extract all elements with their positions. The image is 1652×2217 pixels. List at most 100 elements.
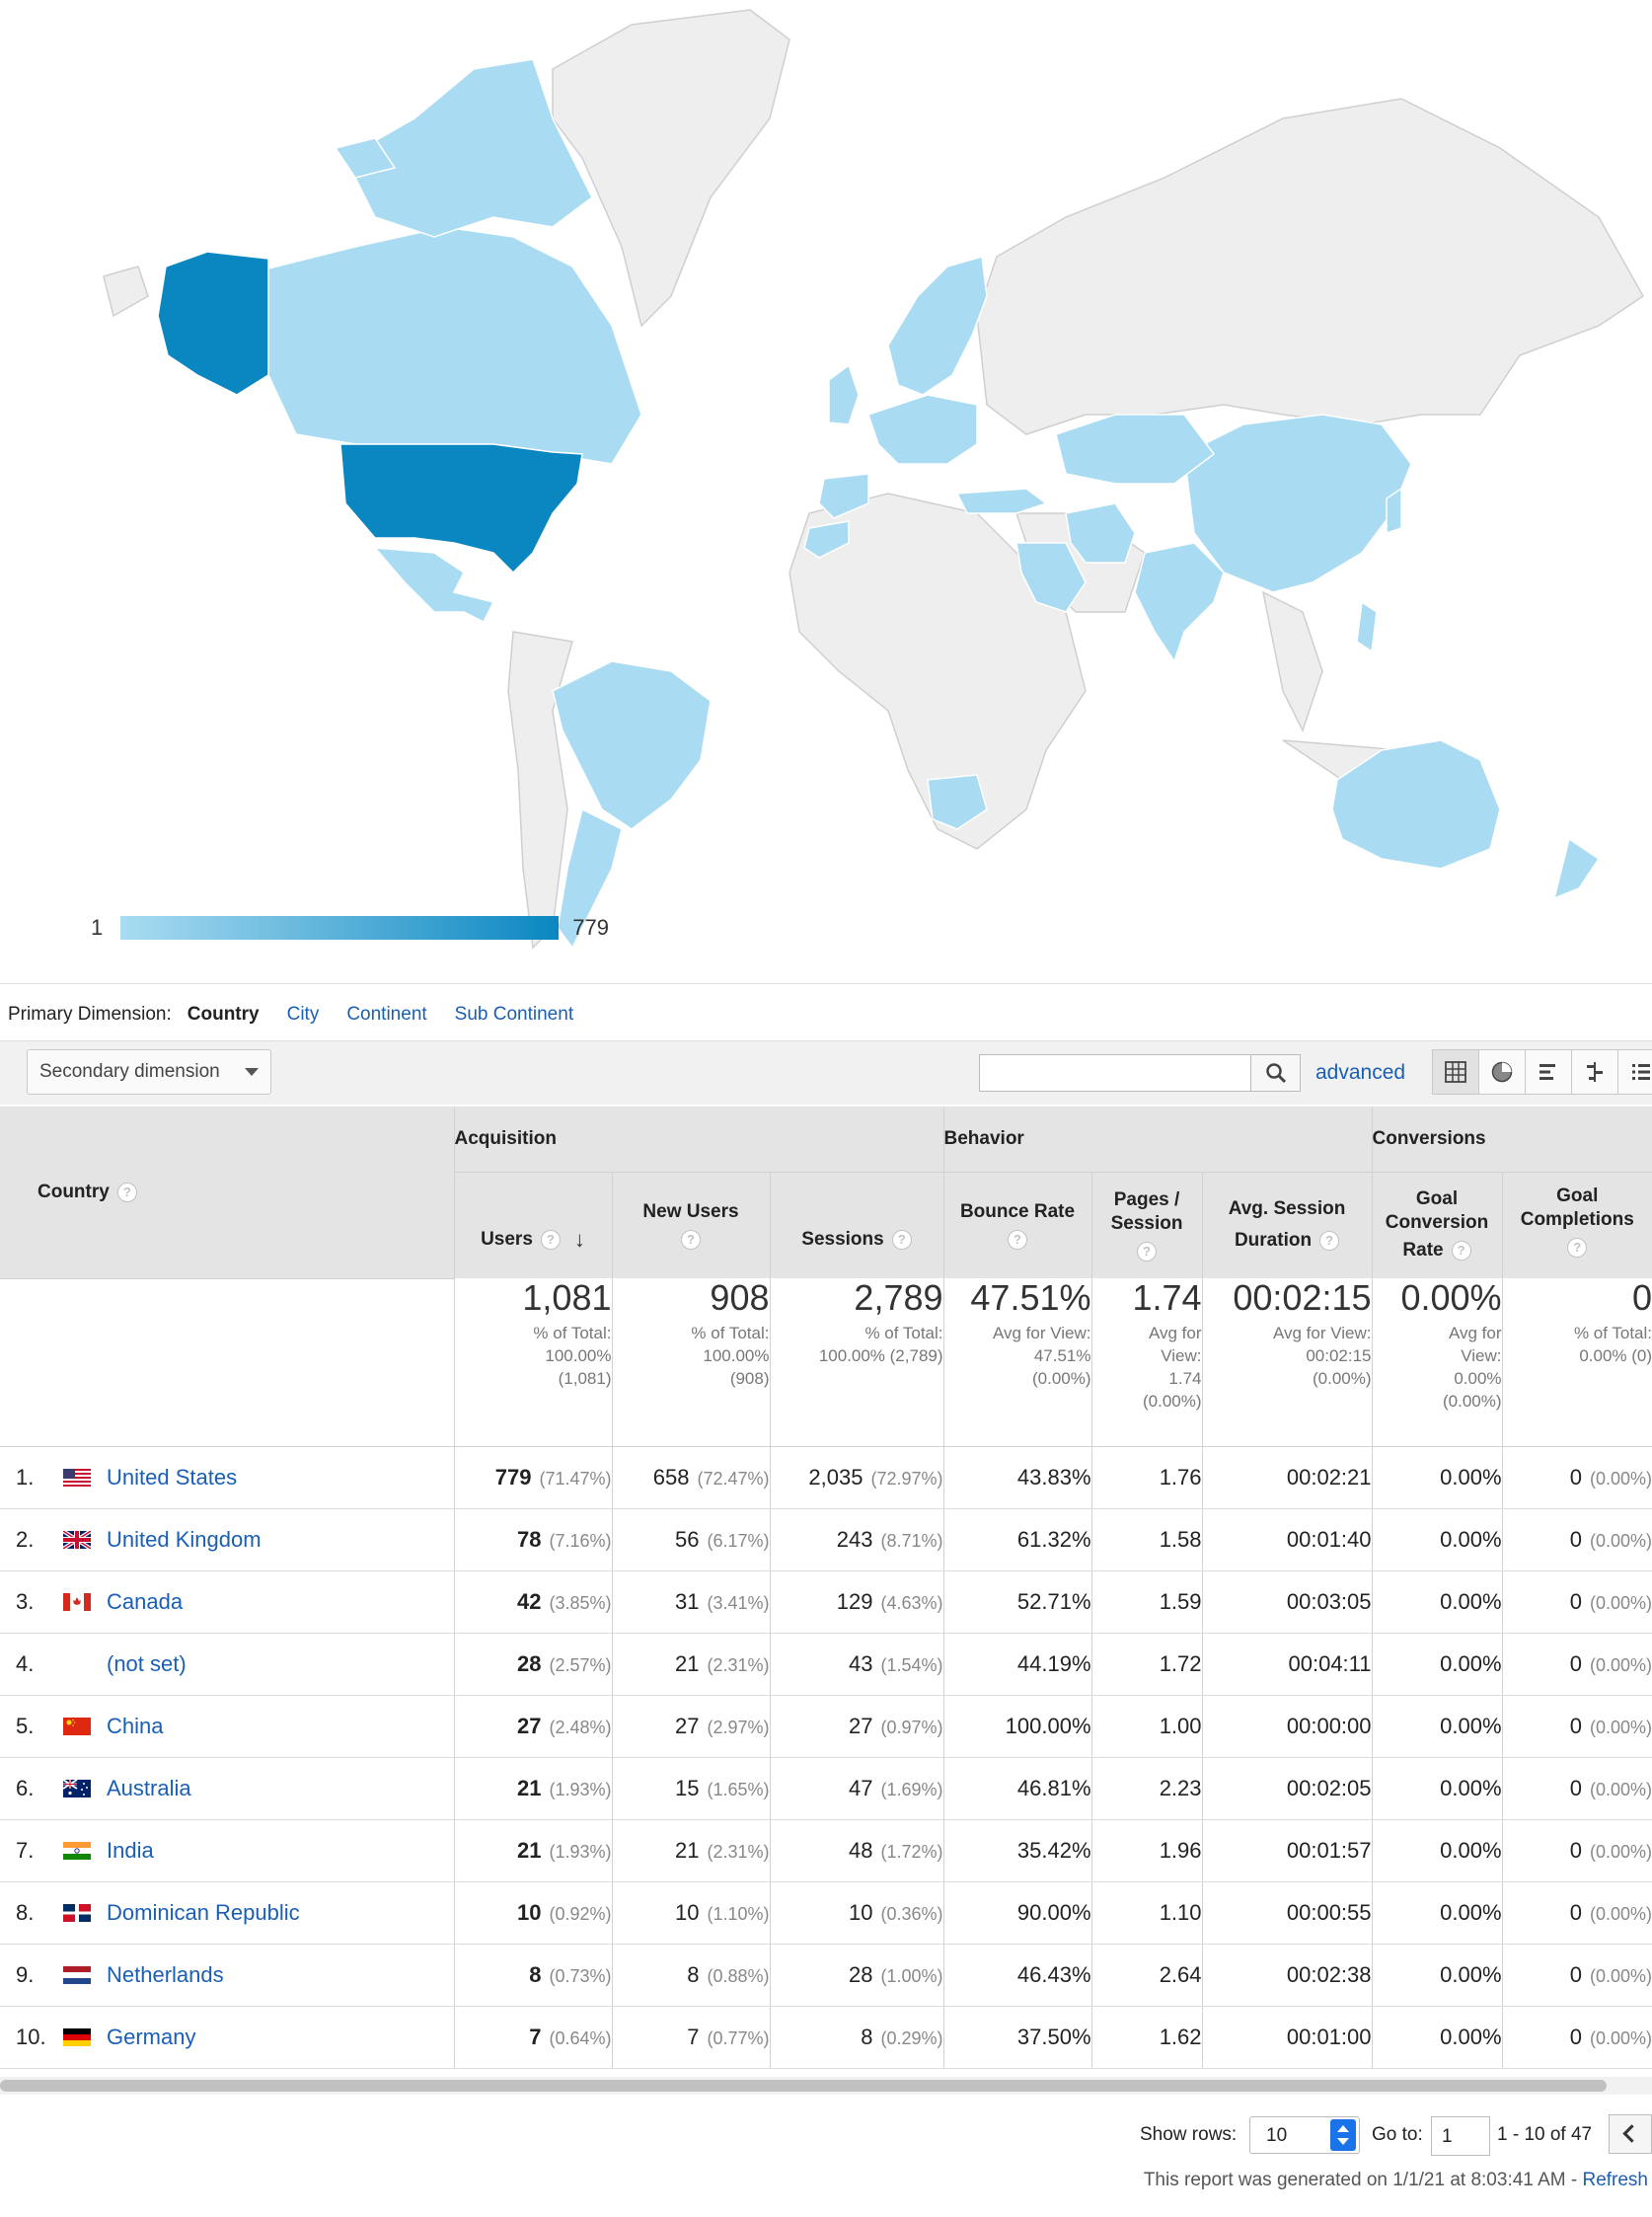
column-header-users[interactable]: Users? ↓ bbox=[453, 1172, 612, 1278]
cell-bounce-rate: 43.83% bbox=[942, 1446, 1092, 1509]
help-icon[interactable]: ? bbox=[681, 1230, 701, 1251]
row-number: 4. bbox=[16, 1650, 35, 1676]
goal-completions-percent: (0.00%) bbox=[1589, 1903, 1652, 1924]
cell-users: 779 (71.47%) bbox=[453, 1446, 612, 1509]
dimension-city-link[interactable]: City bbox=[287, 1004, 320, 1026]
country-link[interactable]: Canada bbox=[107, 1589, 183, 1614]
column-header-goal-conversion-rate[interactable]: Goal Conversion Rate? bbox=[1371, 1172, 1503, 1278]
country-link[interactable]: China bbox=[107, 1714, 163, 1738]
country-link[interactable]: Germany bbox=[107, 2025, 195, 2049]
us-flag-icon bbox=[63, 1468, 91, 1487]
cell-country: 4. (not set) bbox=[0, 1633, 454, 1696]
secondary-dimension-dropdown[interactable]: Secondary dimension bbox=[27, 1049, 271, 1095]
sessions-percent: (0.36%) bbox=[880, 1903, 943, 1924]
previous-page-button[interactable] bbox=[1609, 2114, 1652, 2154]
column-header-sessions[interactable]: Sessions? bbox=[769, 1172, 944, 1278]
map-region-brazil[interactable] bbox=[552, 660, 712, 830]
goto-page-input[interactable]: 1 bbox=[1431, 2116, 1490, 2156]
map-region-scandinavia[interactable] bbox=[887, 256, 988, 396]
table-view-button[interactable] bbox=[1432, 1049, 1479, 1095]
column-header-country[interactable]: Country? bbox=[0, 1107, 454, 1279]
country-link[interactable]: United Kingdom bbox=[107, 1527, 262, 1552]
map-region-western-europe[interactable] bbox=[867, 394, 978, 465]
show-rows-select[interactable]: 10 bbox=[1249, 2116, 1360, 2154]
country-link[interactable]: United States bbox=[107, 1465, 237, 1490]
cell-sessions: 129 (4.63%) bbox=[769, 1570, 944, 1634]
help-icon[interactable]: ? bbox=[540, 1230, 561, 1251]
column-header-new-users[interactable]: New Users ? bbox=[611, 1172, 770, 1278]
totals-row: 1,081 % of Total: 100.00% (1,081) 908 % of… bbox=[0, 1278, 1652, 1447]
column-header-bounce-rate[interactable]: Bounce Rate ? bbox=[942, 1172, 1092, 1278]
map-region-greenland[interactable] bbox=[552, 9, 790, 328]
column-header-pages-per-session[interactable]: Pages / Session ? bbox=[1090, 1172, 1203, 1278]
map-region-india[interactable] bbox=[1134, 542, 1225, 663]
sessions-percent: (4.63%) bbox=[880, 1592, 943, 1613]
map-region-new-zealand[interactable] bbox=[1552, 837, 1601, 900]
map-region-philippines[interactable] bbox=[1356, 600, 1378, 653]
table-search-input[interactable] bbox=[979, 1054, 1251, 1092]
cell-bounce-rate: 35.42% bbox=[942, 1819, 1092, 1882]
cell-users: 10 (0.92%) bbox=[453, 1881, 612, 1945]
country-header-label: Country bbox=[38, 1181, 110, 1202]
map-region-mexico[interactable] bbox=[373, 547, 495, 624]
help-icon[interactable]: ? bbox=[1319, 1231, 1340, 1252]
country-link[interactable]: Australia bbox=[107, 1776, 191, 1800]
pivot-view-icon bbox=[1632, 1064, 1650, 1080]
map-region-southeast-asia[interactable] bbox=[1261, 590, 1323, 732]
search-button[interactable] bbox=[1251, 1054, 1301, 1092]
sort-descending-icon[interactable]: ↓ bbox=[574, 1228, 585, 1252]
users-percent: (0.64%) bbox=[549, 2027, 612, 2048]
show-rows-value: 10 bbox=[1266, 2125, 1288, 2146]
dimension-continent-link[interactable]: Continent bbox=[346, 1004, 426, 1026]
map-region-canada[interactable] bbox=[267, 226, 642, 465]
map-region-alaska-isles[interactable] bbox=[103, 266, 149, 318]
map-region-united-states[interactable] bbox=[339, 443, 583, 574]
country-link[interactable]: (not set) bbox=[107, 1651, 187, 1676]
cell-country: 10. Germany bbox=[0, 2006, 454, 2069]
help-icon[interactable]: ? bbox=[1567, 1237, 1588, 1258]
column-header-goal-completions[interactable]: Goal Completions ? bbox=[1501, 1172, 1652, 1278]
sessions-percent: (1.54%) bbox=[880, 1654, 943, 1675]
help-icon[interactable]: ? bbox=[1008, 1230, 1028, 1251]
world-map-svg[interactable] bbox=[0, 0, 1652, 977]
duration-header-line1: Avg. Session bbox=[1228, 1198, 1346, 1220]
country-link[interactable]: Dominican Republic bbox=[107, 1900, 300, 1925]
row-number: 7. bbox=[16, 1837, 35, 1863]
goal-completions-value: 0 bbox=[1569, 1464, 1582, 1490]
map-region-uk[interactable] bbox=[828, 363, 860, 425]
country-link[interactable]: India bbox=[107, 1838, 154, 1863]
cell-goal-completions: 0 (0.00%) bbox=[1501, 1944, 1652, 2007]
help-icon[interactable]: ? bbox=[1451, 1241, 1471, 1261]
help-icon[interactable]: ? bbox=[116, 1182, 137, 1202]
cell-avg-session-duration: 00:04:11 bbox=[1201, 1633, 1373, 1696]
comparison-view-button[interactable] bbox=[1571, 1049, 1618, 1095]
goal-completions-percent: (0.00%) bbox=[1589, 1779, 1652, 1799]
china-flag-icon bbox=[63, 1717, 91, 1735]
cell-sessions: 43 (1.54%) bbox=[769, 1633, 944, 1696]
help-icon[interactable]: ? bbox=[891, 1230, 912, 1251]
map-region-turkey[interactable] bbox=[955, 488, 1048, 514]
report-table: Country? Acquisition Behavior Conversion… bbox=[0, 1107, 1652, 2069]
cell-goal-conversion-rate: 0.00% bbox=[1371, 1757, 1503, 1820]
column-header-avg-session-duration[interactable]: Avg. Session Duration? bbox=[1201, 1172, 1373, 1278]
dimension-country[interactable]: Country bbox=[188, 1004, 260, 1026]
refresh-link[interactable]: Refresh bbox=[1582, 2170, 1648, 2190]
map-region-china[interactable] bbox=[1183, 414, 1412, 593]
advanced-filter-link[interactable]: advanced bbox=[1315, 1061, 1405, 1085]
goto-label: Go to: bbox=[1372, 2124, 1423, 2145]
pivot-view-button[interactable] bbox=[1617, 1049, 1652, 1095]
dimension-sub-continent-link[interactable]: Sub Continent bbox=[455, 1004, 573, 1026]
cell-new-users: 8 (0.88%) bbox=[611, 1944, 770, 2007]
help-icon[interactable]: ? bbox=[1137, 1242, 1158, 1262]
report-generated-note: This report was generated on 1/1/21 at 8… bbox=[1144, 2170, 1648, 2191]
pie-view-button[interactable] bbox=[1478, 1049, 1526, 1095]
cell-avg-session-duration: 00:00:55 bbox=[1201, 1881, 1373, 1945]
cell-goal-completions: 0 (0.00%) bbox=[1501, 1695, 1652, 1758]
bar-view-button[interactable] bbox=[1525, 1049, 1572, 1095]
map-region-russia[interactable] bbox=[976, 98, 1644, 435]
goal-comp-header-line2: Completions bbox=[1520, 1208, 1634, 1230]
geo-map[interactable] bbox=[0, 0, 1652, 977]
horizontal-scrollbar-thumb[interactable] bbox=[0, 2080, 1607, 2092]
country-link[interactable]: Netherlands bbox=[107, 1962, 224, 1987]
map-region-alaska[interactable] bbox=[157, 251, 269, 396]
